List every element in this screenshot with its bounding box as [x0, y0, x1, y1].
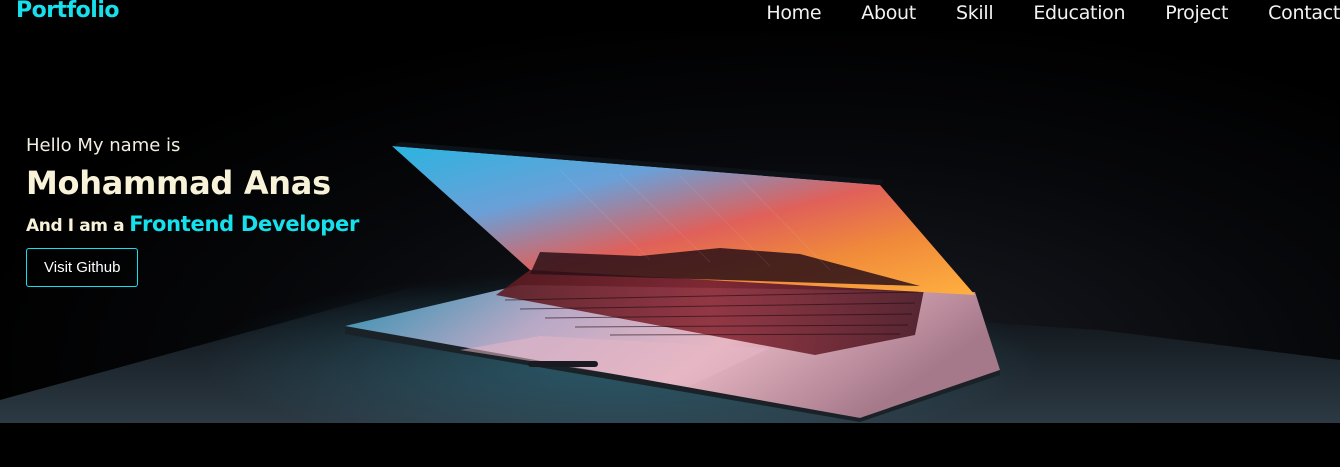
role-prefix: And I am a [26, 216, 125, 236]
nav-link-skill[interactable]: Skill [956, 2, 994, 24]
nav-link-about[interactable]: About [861, 2, 916, 24]
greeting-text: Hello My name is [26, 135, 181, 156]
nav-link-project[interactable]: Project [1165, 2, 1228, 24]
nav-link-home[interactable]: Home [766, 2, 821, 24]
hero-intro: Hello My name is Mohammad Anas And I am … [26, 135, 359, 287]
brand-logo[interactable]: Portfolio [16, 0, 120, 23]
role-line: And I am a Frontend Developer [26, 212, 359, 236]
page: Portfolio Home About Skill Education Pro… [0, 0, 1340, 467]
visit-github-button[interactable]: Visit Github [26, 248, 139, 287]
hero-name: Mohammad Anas [26, 164, 331, 202]
nav-links: Home About Skill Education Project Conta… [766, 1, 1340, 25]
nav-link-education[interactable]: Education [1033, 2, 1125, 24]
hero-section: Hello My name is Mohammad Anas And I am … [0, 30, 1340, 423]
role-title: Frontend Developer [129, 212, 360, 236]
navbar: Portfolio Home About Skill Education Pro… [0, 0, 1340, 30]
nav-link-contact[interactable]: Contact [1268, 2, 1340, 24]
